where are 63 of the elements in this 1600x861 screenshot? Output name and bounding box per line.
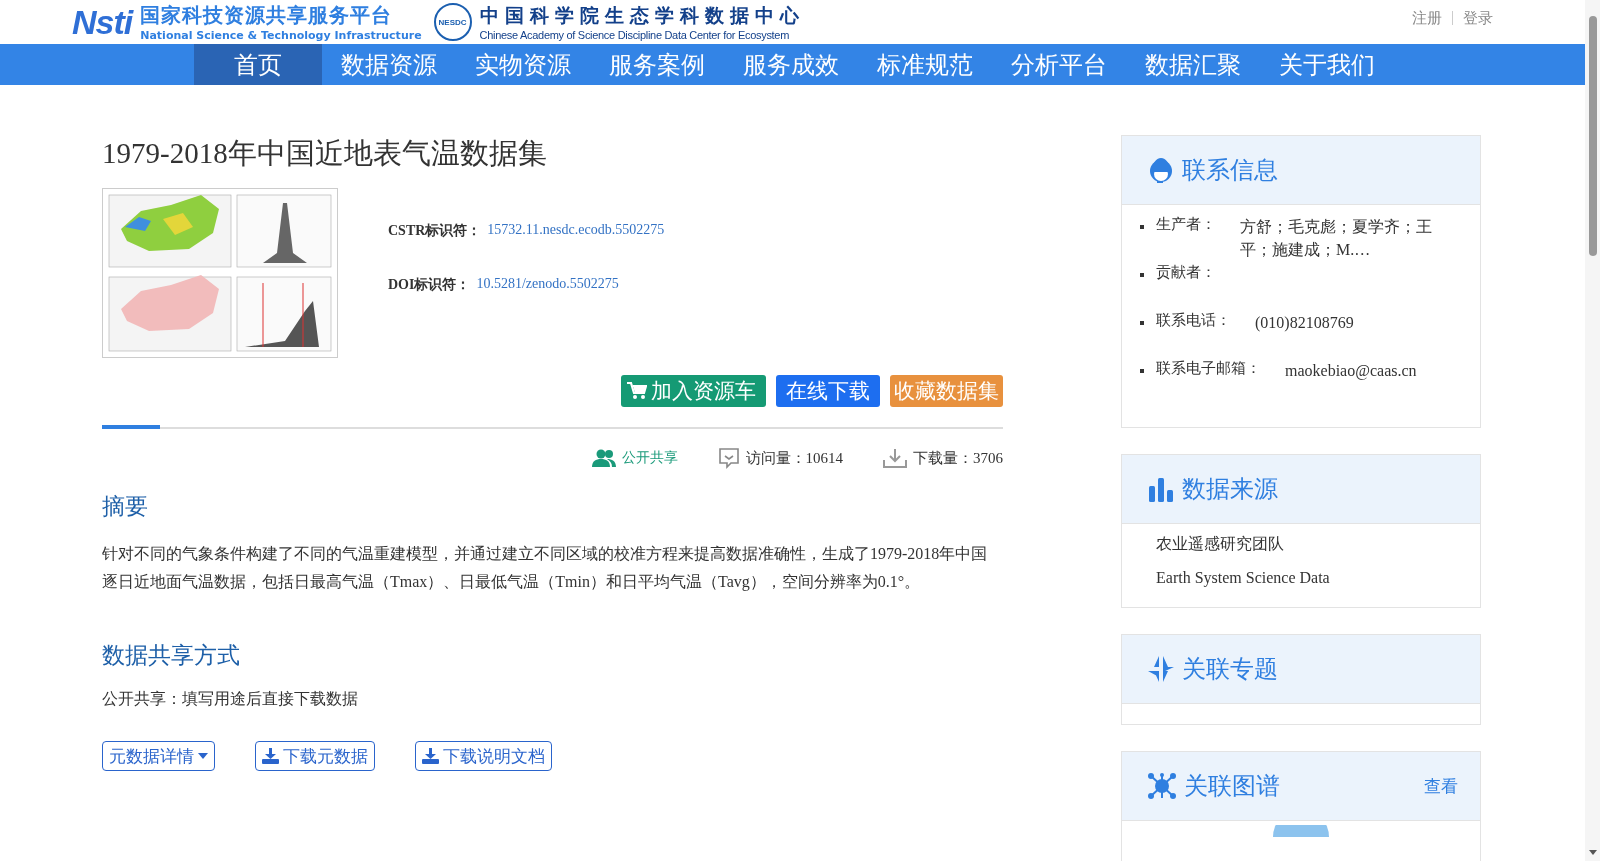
field-label: 联系电话： bbox=[1156, 311, 1232, 331]
field-label: 生产者： bbox=[1156, 215, 1217, 235]
nav-tab[interactable]: 关于我们 bbox=[1260, 44, 1394, 85]
nav-tab[interactable]: 标准规范 bbox=[858, 44, 992, 85]
section-text: 公开共享：填写用途后直接下载数据 bbox=[102, 689, 359, 709]
download-icon bbox=[262, 748, 279, 764]
download-icon bbox=[883, 448, 907, 468]
nav-tab[interactable]: 分析平台 bbox=[992, 44, 1126, 85]
center-name: 中国科学院生态学科数据中心 bbox=[479, 3, 805, 29]
arrows-icon bbox=[1148, 656, 1174, 682]
platform-name: 国家科技资源共享服务平台 bbox=[140, 2, 394, 30]
cart-icon bbox=[627, 382, 647, 400]
download-count: 下载量：3706 bbox=[913, 448, 1003, 468]
nav-tab[interactable]: 服务成效 bbox=[724, 44, 858, 85]
field-value: maokebiao@caas.cn bbox=[1285, 361, 1417, 382]
caret-icon bbox=[198, 753, 208, 759]
field-label: 联系电子邮箱： bbox=[1156, 359, 1262, 379]
field-label: 贡献者： bbox=[1156, 263, 1217, 283]
identifier-link[interactable]: 10.5281/zenodo.5502275 bbox=[476, 276, 619, 294]
download-button[interactable]: 在线下载 bbox=[776, 375, 880, 407]
visit-count: 访问量：10614 bbox=[745, 448, 843, 468]
scrollbar-thumb[interactable] bbox=[1588, 16, 1597, 256]
source-name: Earth System Science Data bbox=[1156, 569, 1331, 587]
add-to-cart-button[interactable]: 加入资源车 bbox=[621, 375, 766, 407]
panel-title: 数据来源 bbox=[1182, 474, 1278, 505]
identifier-link[interactable]: 15732.11.nesdc.ecodb.5502275 bbox=[487, 222, 665, 240]
download-button[interactable]: 下载说明文档 bbox=[415, 741, 552, 771]
center-name-english: Chinese Academy of Science Discipline Data Center for Ecosystem bbox=[479, 29, 791, 42]
network-icon bbox=[1148, 773, 1176, 799]
nav-tab[interactable]: 数据资源 bbox=[322, 44, 456, 85]
users-icon bbox=[591, 449, 616, 467]
field-value: (010)82108769 bbox=[1255, 313, 1354, 334]
view-link[interactable]: 查看 bbox=[1424, 774, 1458, 798]
panel-title: 联系信息 bbox=[1182, 155, 1278, 186]
nav-tab[interactable]: 实物资源 bbox=[456, 44, 590, 85]
download-button[interactable]: 下载元数据 bbox=[255, 741, 375, 771]
dropdown-button[interactable]: 元数据详情 bbox=[102, 741, 215, 771]
panel-title: 关联图谱 bbox=[1184, 771, 1280, 802]
nav-tab[interactable]: 服务案例 bbox=[590, 44, 724, 85]
identifier-label: DOI标识符： bbox=[388, 276, 471, 294]
scroll-down-icon bbox=[1588, 850, 1597, 855]
favorite-button[interactable]: 收藏数据集 bbox=[890, 375, 1003, 407]
section-heading: 摘要 bbox=[102, 492, 149, 521]
nav-tab[interactable]: 首页 bbox=[194, 44, 322, 85]
headset-person-icon bbox=[1148, 156, 1174, 184]
platform-name-english: National Science & Technology Infrastructure bbox=[140, 29, 422, 43]
header-link[interactable]: 登录 bbox=[1463, 8, 1493, 28]
section-heading: 数据共享方式 bbox=[102, 641, 241, 670]
bar-chart-icon bbox=[1148, 476, 1174, 502]
nav-tab[interactable]: 数据汇聚 bbox=[1126, 44, 1260, 85]
download-icon bbox=[422, 748, 439, 764]
comment-icon bbox=[717, 447, 740, 469]
identifier-label: CSTR标识符： bbox=[388, 222, 482, 240]
panel-title: 关联专题 bbox=[1182, 654, 1278, 685]
source-name: 农业遥感研究团队 bbox=[1156, 534, 1285, 554]
section-text: 针对不同的气象条件构建了不同的气温重建模型，并通过建立不同区域的校准方程来提高数据准确性，生成了1979-2018年中国逐日近地面气温数据，包括日最高气温（Tmax）、日最低气温（Tmin）和日平均气温（Tavg），空间分辨率为0.1°。 bbox=[102, 544, 989, 593]
center-badge: NESDC bbox=[433, 3, 472, 42]
access-label: 公开共享 bbox=[621, 449, 678, 467]
header-link[interactable]: 注册 bbox=[1412, 8, 1442, 28]
logo-mark: Nsti bbox=[72, 2, 133, 42]
graph-node-icon bbox=[1273, 825, 1329, 837]
field-value: 方舒；毛克彪；夏学齐；王平；施建成；M.… bbox=[1240, 217, 1433, 260]
dataset-title: 1979-2018年中国近地表气温数据集 bbox=[102, 136, 548, 171]
